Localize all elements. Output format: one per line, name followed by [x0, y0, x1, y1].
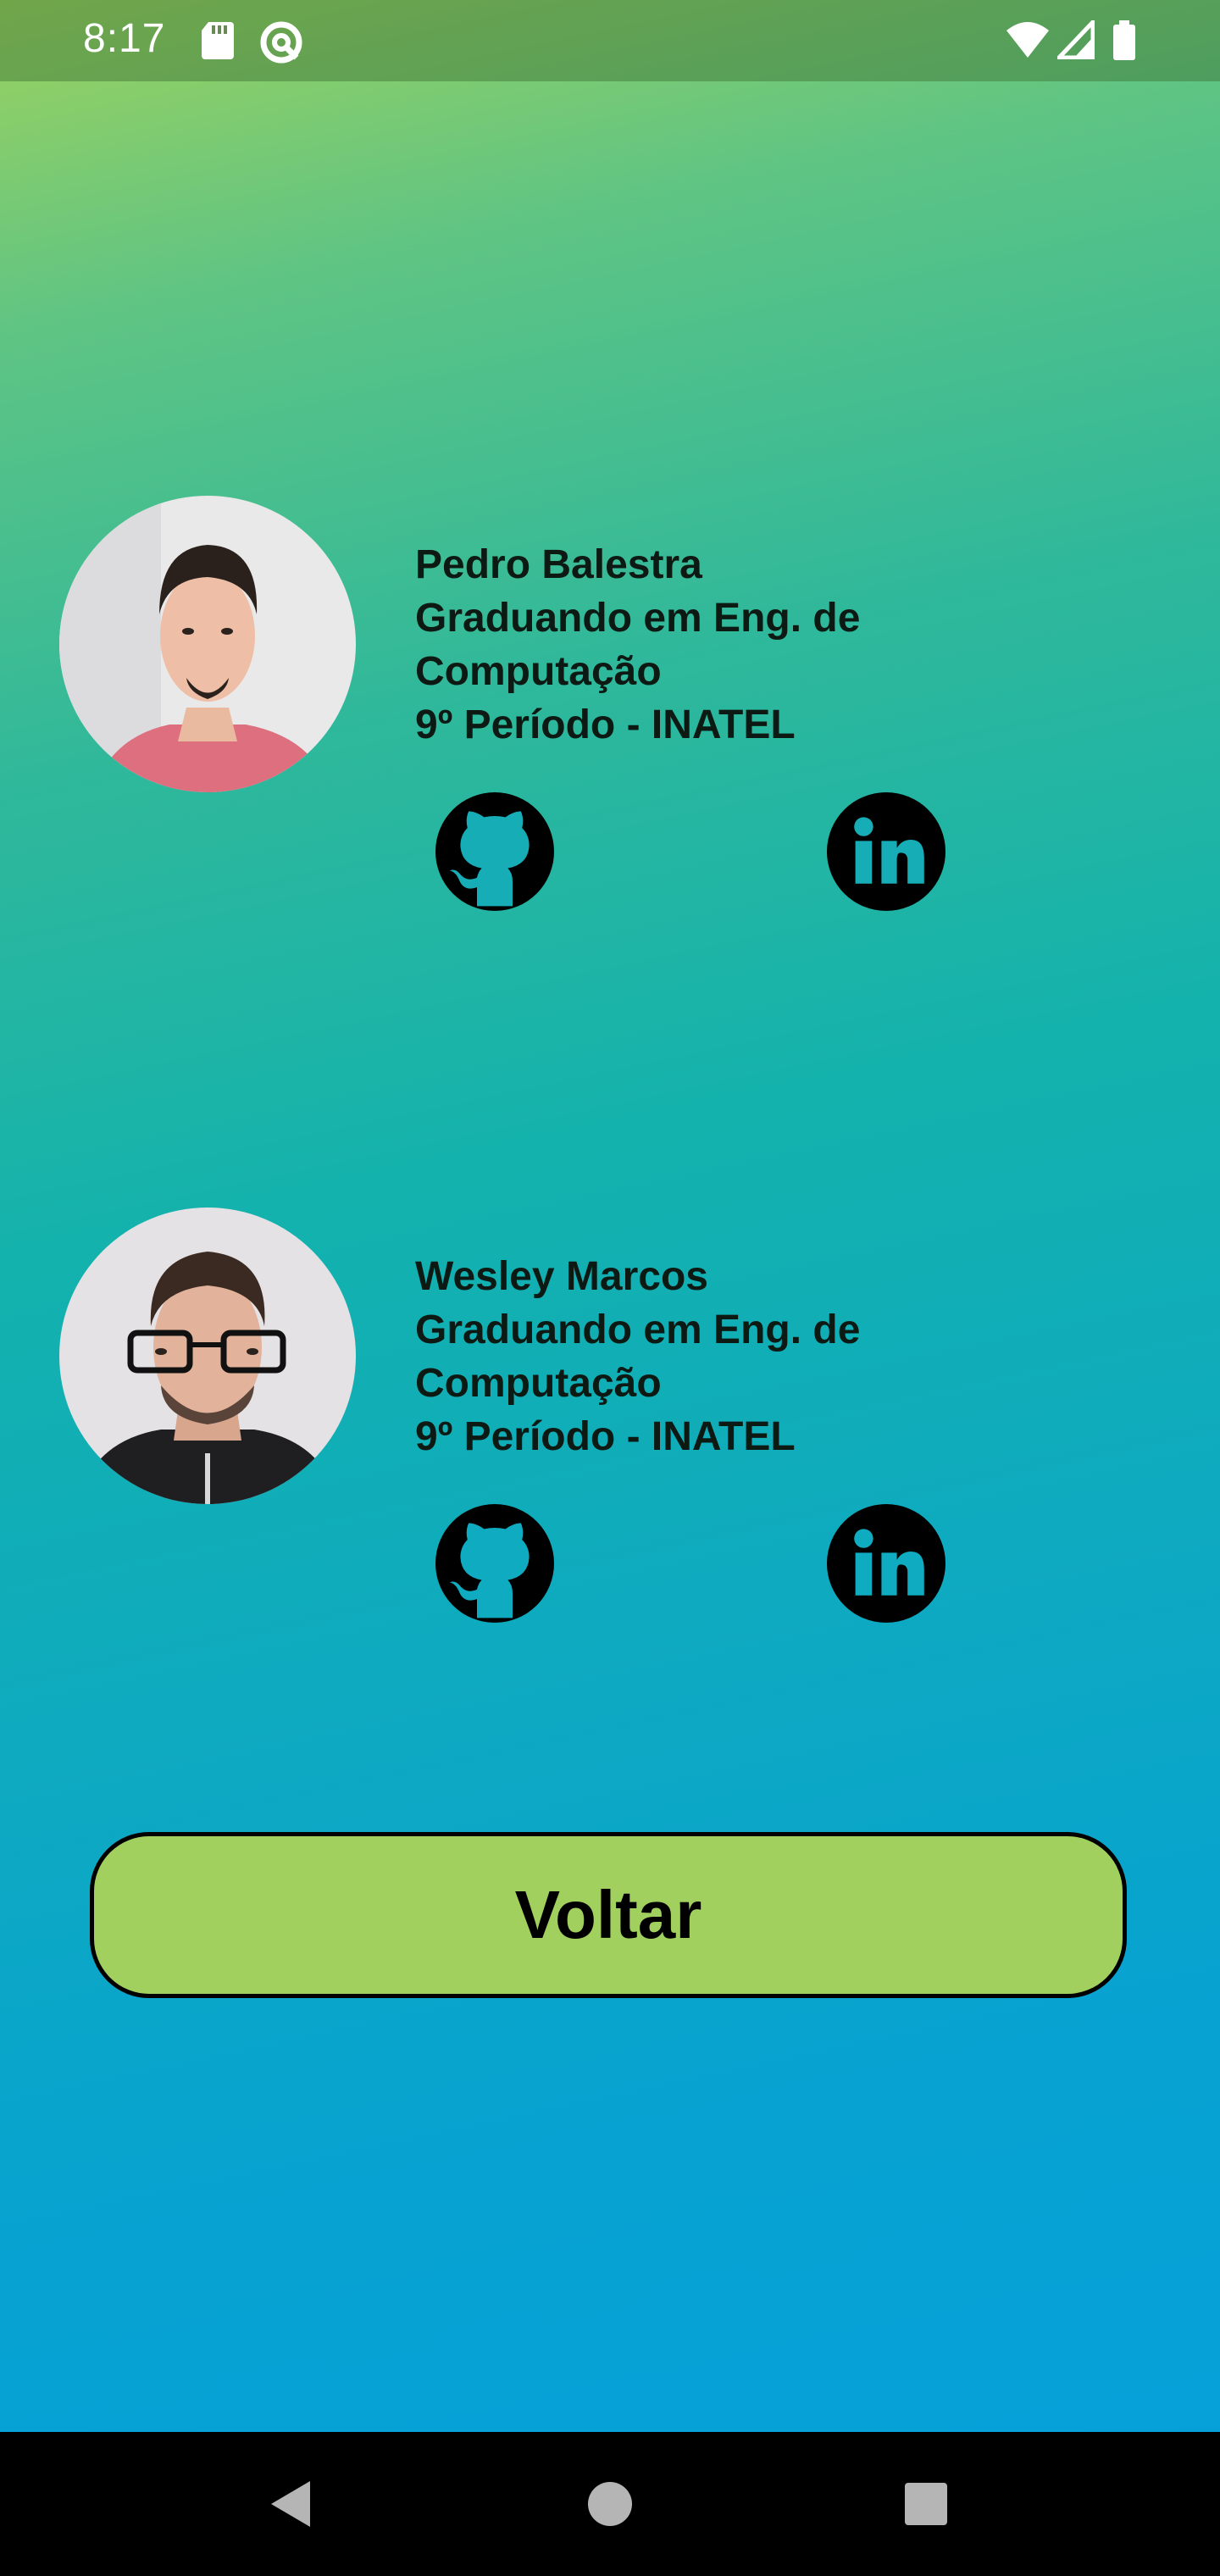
- profile-period: 9º Período - INATEL: [415, 702, 796, 747]
- profile-card-wesley: Wesley Marcos Graduando em Eng. de Compu…: [0, 1208, 1220, 1631]
- avatar: [59, 496, 356, 792]
- back-icon[interactable]: [252, 2466, 329, 2542]
- vpn-icon: [260, 21, 302, 64]
- profile-name: Pedro Balestra: [415, 542, 702, 587]
- avatar: [59, 1208, 356, 1504]
- about-screen: 8:17 Pedro Balestra Graduando em Eng. de…: [0, 0, 1220, 2576]
- profile-card-pedro: Pedro Balestra Graduando em Eng. de Comp…: [0, 496, 1220, 919]
- github-icon[interactable]: [435, 792, 554, 911]
- profile-info: Wesley Marcos Graduando em Eng. de Compu…: [415, 1250, 860, 1463]
- profile-period: 9º Período - INATEL: [415, 1414, 796, 1459]
- profile-name: Wesley Marcos: [415, 1254, 708, 1299]
- navigation-bar: [0, 2432, 1220, 2576]
- profile-info: Pedro Balestra Graduando em Eng. de Comp…: [415, 538, 860, 752]
- battery-icon: [1113, 20, 1135, 60]
- recents-icon[interactable]: [888, 2466, 964, 2542]
- status-time: 8:17: [83, 16, 166, 61]
- github-icon[interactable]: [435, 1504, 554, 1623]
- linkedin-icon[interactable]: [827, 792, 946, 911]
- back-button[interactable]: Voltar: [90, 1832, 1127, 1998]
- profile-course: Graduando em Eng. de: [415, 596, 861, 641]
- profile-course-cont: Computação: [415, 1361, 662, 1406]
- profile-course: Graduando em Eng. de: [415, 1307, 861, 1352]
- signal-icon: [1057, 20, 1095, 59]
- linkedin-icon[interactable]: [827, 1504, 946, 1623]
- profile-course-cont: Computação: [415, 649, 662, 694]
- back-button-label: Voltar: [514, 1877, 702, 1952]
- status-bar: 8:17: [0, 0, 1220, 81]
- sd-card-icon: [202, 22, 234, 59]
- wifi-icon: [1006, 22, 1049, 58]
- home-icon[interactable]: [572, 2466, 648, 2542]
